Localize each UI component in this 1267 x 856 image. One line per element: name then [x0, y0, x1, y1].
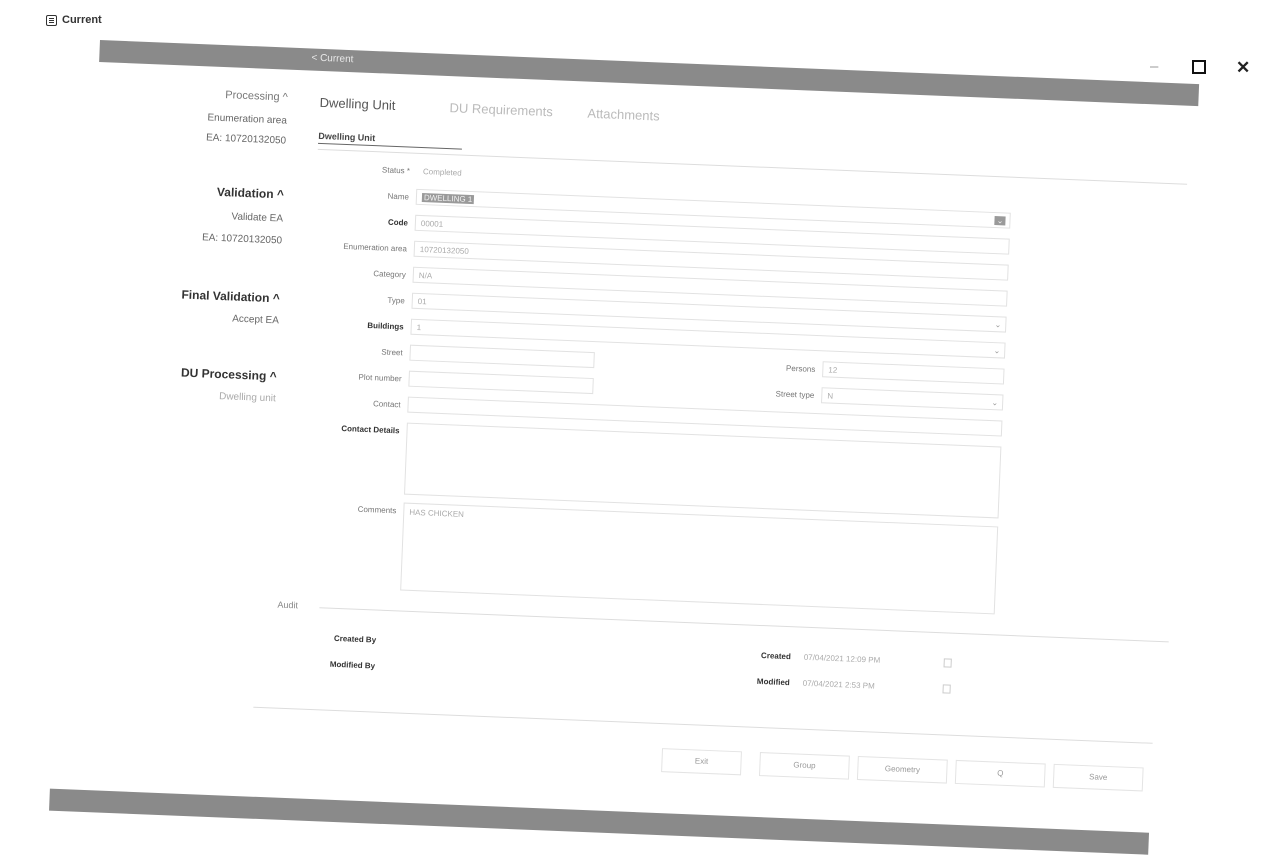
back-link[interactable]: < Current — [311, 53, 353, 66]
persons-field[interactable]: 12 — [822, 361, 1005, 385]
tab-du-requirements[interactable]: DU Requirements — [449, 100, 553, 119]
status-label: Status * — [381, 165, 411, 176]
chevron-down-icon: ⌄ — [993, 346, 1001, 356]
footer-divider — [253, 706, 1153, 744]
tab-dwelling-unit[interactable]: Dwelling Unit — [319, 95, 395, 113]
comments-textarea[interactable]: HAS CHICKEN — [400, 502, 999, 615]
app-title-bar: Current — [46, 14, 102, 26]
modified-by-value — [383, 658, 568, 681]
document-icon — [46, 14, 57, 26]
form-window: < Current Processing ^ Enumeration area … — [49, 40, 1200, 855]
chevron-down-icon: ⌄ — [994, 320, 1002, 330]
chevron-down-icon: ⌄ — [994, 216, 1006, 226]
modified-label: Modified — [756, 676, 790, 688]
sidebar-item-accept-ea[interactable]: Accept EA — [89, 308, 279, 327]
created-by-value — [384, 632, 569, 655]
sidebar-validation-header[interactable]: Validation ^ — [94, 180, 285, 202]
created-by-label: Created By — [333, 633, 377, 645]
sidebar-du-processing-header[interactable]: DU Processing ^ — [87, 362, 277, 384]
modified-value: 07/04/2021 2:53 PM — [802, 678, 875, 691]
street-type-label: Street type — [775, 389, 815, 400]
plot-number-label: Plot number — [358, 372, 402, 384]
sidebar-item-ea[interactable]: EA: 10720132050 — [96, 128, 286, 146]
street-type-select[interactable]: N ⌄ — [821, 387, 1004, 411]
enumeration-area-label: Enumeration area — [343, 241, 408, 254]
sidebar-final-validation-header[interactable]: Final Validation ^ — [90, 284, 280, 305]
contact-label: Contact — [372, 399, 401, 410]
street-field[interactable] — [409, 344, 595, 369]
close-button[interactable]: ✕ — [1236, 58, 1250, 78]
sidebar-item-enumeration-area[interactable]: Enumeration area — [97, 108, 287, 126]
sidebar-item-validation-ea[interactable]: EA: 10720132050 — [92, 228, 282, 246]
persons-label: Persons — [785, 363, 816, 374]
plot-number-field[interactable] — [408, 370, 594, 395]
audit-title: Audit — [277, 599, 299, 611]
section-title: Dwelling Unit — [318, 130, 463, 150]
contact-details-label: Contact Details — [341, 424, 400, 436]
created-value: 07/04/2021 12:09 PM — [803, 652, 881, 665]
calendar-icon[interactable] — [942, 684, 951, 694]
maximize-button[interactable] — [1192, 60, 1206, 74]
footer-bar — [49, 788, 1150, 855]
modified-by-label: Modified By — [329, 659, 376, 671]
calendar-icon[interactable] — [943, 658, 952, 668]
group-button[interactable]: Group — [758, 752, 850, 780]
buildings-label: Buildings — [367, 320, 404, 332]
contact-details-textarea[interactable] — [404, 422, 1002, 519]
sidebar-item-validate-ea[interactable]: Validate EA — [93, 206, 283, 224]
code-label: Code — [387, 217, 409, 228]
type-label: Type — [387, 295, 405, 306]
search-button[interactable]: Q — [954, 759, 1046, 788]
exit-button[interactable]: Exit — [661, 748, 742, 776]
chevron-down-icon: ⌄ — [991, 398, 999, 408]
name-label: Name — [387, 191, 410, 202]
sidebar-item-dwelling-unit[interactable]: Dwelling unit — [86, 386, 276, 404]
created-label: Created — [760, 651, 791, 662]
tab-attachments[interactable]: Attachments — [587, 106, 660, 124]
minimize-button[interactable]: – — [1150, 58, 1158, 75]
save-button[interactable]: Save — [1052, 763, 1144, 792]
geometry-button[interactable]: Geometry — [856, 755, 948, 784]
app-title: Current — [62, 14, 102, 26]
category-label: Category — [373, 269, 406, 280]
street-label: Street — [381, 347, 403, 358]
sidebar-processing-header[interactable]: Processing ^ — [98, 84, 288, 104]
comments-label: Comments — [357, 504, 397, 516]
